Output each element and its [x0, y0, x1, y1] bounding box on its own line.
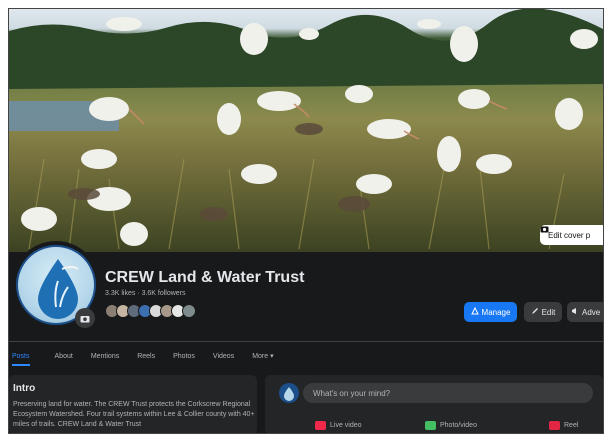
intro-title: Intro — [13, 383, 36, 394]
manage-label: Manage — [481, 307, 511, 317]
live-video-label: Live video — [330, 422, 362, 429]
pencil-icon — [531, 307, 539, 317]
tab-reels[interactable]: Reels — [137, 353, 155, 360]
intro-card: Intro Preserving land for water. The CRE… — [9, 375, 257, 433]
manage-icon — [470, 306, 479, 317]
reel-button[interactable]: Reel — [549, 421, 578, 430]
tab-photos[interactable]: Photos — [173, 353, 195, 360]
manage-button[interactable]: Manage — [464, 302, 517, 322]
page-tabs: Posts About Mentions Reels Photos Videos… — [9, 345, 603, 367]
advertise-label: Adve — [582, 307, 601, 317]
tab-about[interactable]: About — [55, 353, 73, 360]
tab-posts[interactable]: Posts — [12, 353, 30, 366]
water-drop-logo-icon — [284, 387, 294, 401]
live-video-button[interactable]: Live video — [315, 421, 362, 430]
megaphone-icon — [571, 307, 579, 317]
edit-cover-label: Edit cover p — [548, 230, 591, 240]
page-title: CREW Land & Water Trust — [105, 269, 305, 286]
reel-label: Reel — [564, 422, 579, 429]
header-divider — [9, 341, 603, 342]
reel-icon — [549, 421, 560, 430]
composer-actions: Live video Photo/video Reel — [265, 421, 603, 433]
page-stats[interactable]: 3.3K likes · 3.6K followers — [105, 290, 186, 297]
photo-video-label: Photo/video — [440, 422, 477, 429]
edit-cover-photo-button[interactable]: Edit cover p — [540, 225, 603, 245]
edit-button[interactable]: Edit — [524, 302, 562, 322]
photo-video-button[interactable]: Photo/video — [425, 421, 477, 430]
advertise-button[interactable]: Adve — [567, 302, 603, 322]
update-avatar-camera-button[interactable] — [75, 308, 95, 328]
composer-input[interactable]: What's on your mind? — [303, 383, 593, 403]
cover-photo: Edit cover p — [9, 9, 603, 252]
tab-videos[interactable]: Videos — [213, 353, 234, 360]
camera-icon — [80, 315, 90, 322]
tab-mentions[interactable]: Mentions — [91, 353, 119, 360]
intro-bio: Preserving land for water. The CREW Trus… — [13, 401, 255, 428]
post-composer: What's on your mind? Live video Photo/vi… — [265, 375, 603, 433]
composer-avatar[interactable] — [279, 383, 299, 403]
live-video-icon — [315, 421, 326, 430]
follower-faces[interactable] — [105, 304, 196, 318]
follower-avatar — [182, 304, 196, 318]
cover-birds-illustration — [9, 9, 603, 250]
tab-more[interactable]: More ▾ — [252, 352, 273, 360]
edit-label: Edit — [541, 307, 556, 317]
photo-video-icon — [425, 421, 436, 430]
facebook-page-window: Edit cover p CREW Land & Water Trust 3.3… — [8, 8, 604, 434]
